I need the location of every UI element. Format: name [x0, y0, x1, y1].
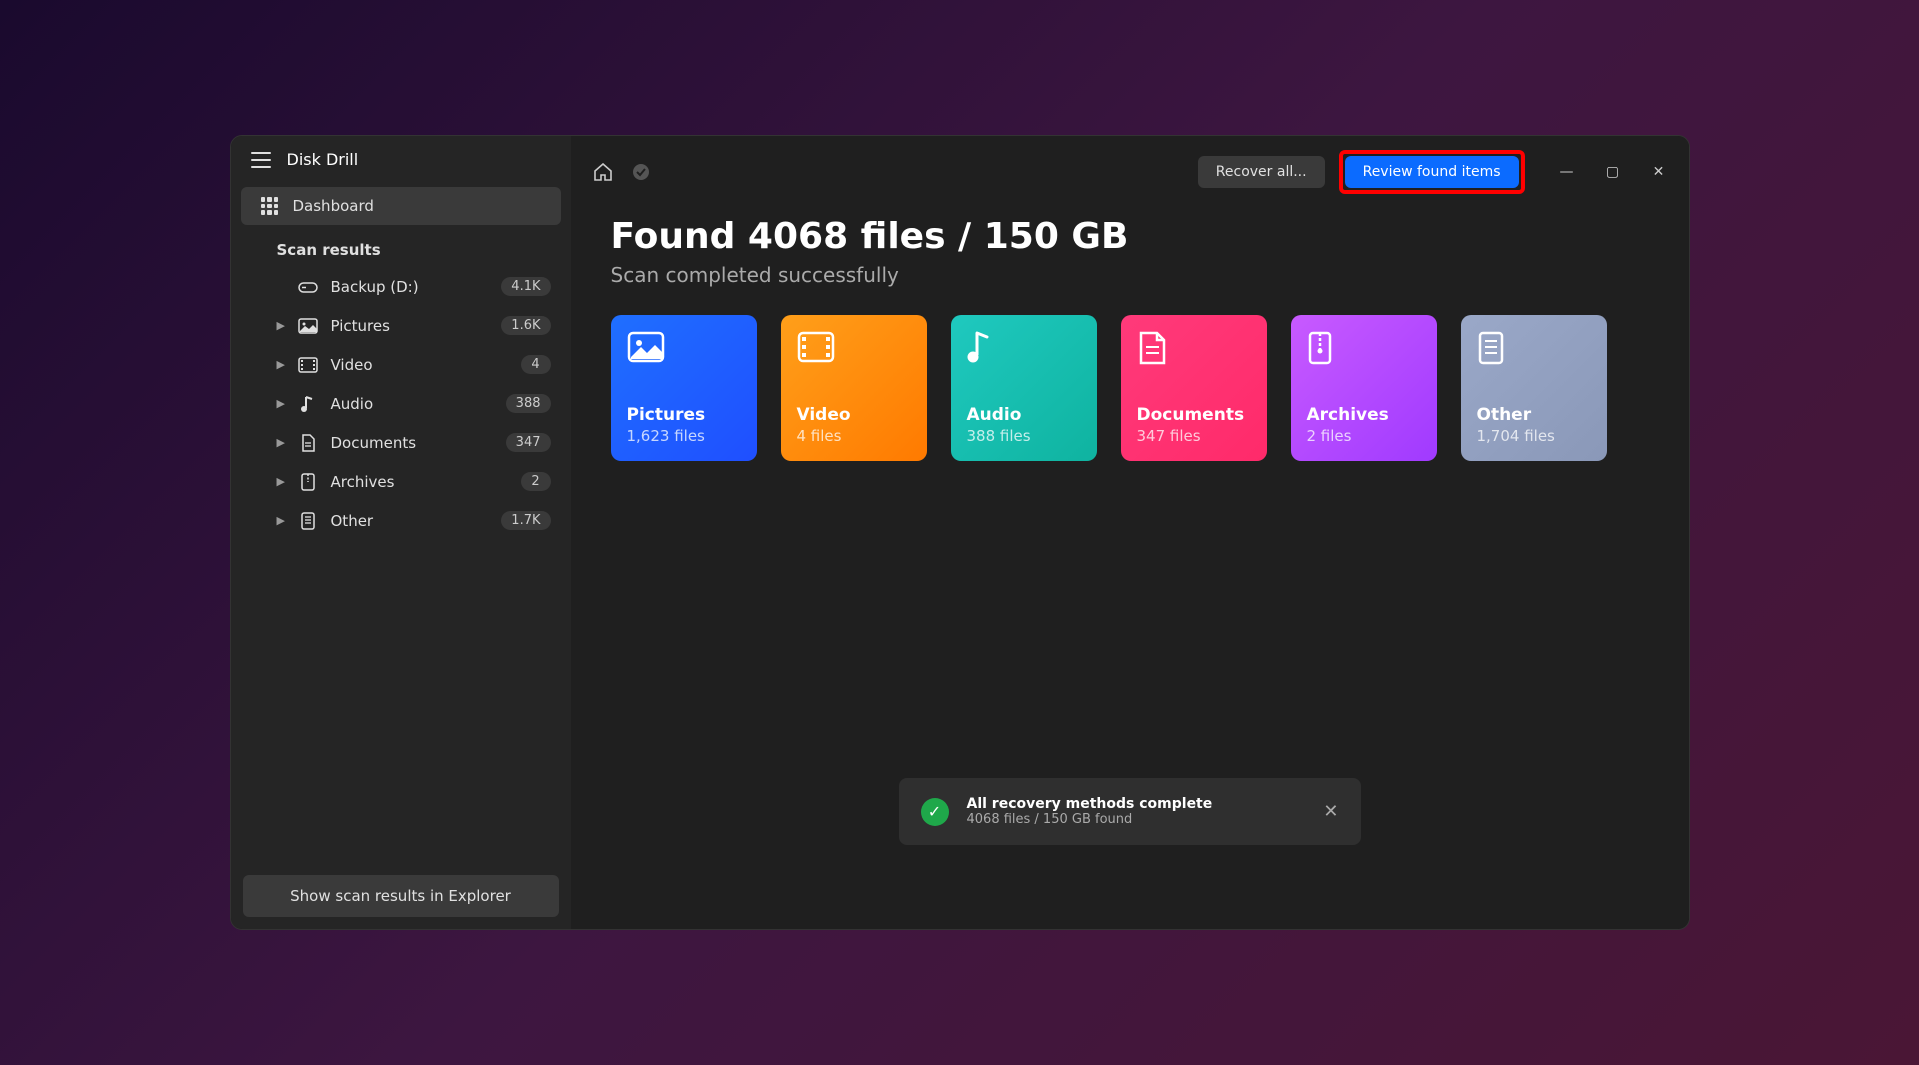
audio-icon — [297, 395, 319, 413]
app-title: Disk Drill — [287, 150, 359, 169]
card-sub: 388 files — [967, 427, 1081, 445]
card-sub: 1,704 files — [1477, 427, 1591, 445]
sidebar: Disk Drill Dashboard Scan results Backup… — [231, 136, 571, 929]
app-window: Disk Drill Dashboard Scan results Backup… — [230, 135, 1690, 930]
chevron-right-icon: ▶ — [277, 514, 287, 527]
card-title: Pictures — [627, 405, 741, 425]
archives-icon — [297, 473, 319, 491]
sidebar-footer: Show scan results in Explorer — [231, 863, 571, 929]
card-sub: 1,623 files — [627, 427, 741, 445]
page-title: Found 4068 files / 150 GB — [611, 216, 1649, 257]
card-title: Audio — [967, 405, 1081, 425]
tree-root-count: 4.1K — [501, 277, 550, 296]
recover-all-button[interactable]: Recover all... — [1198, 156, 1325, 188]
card-title: Video — [797, 405, 911, 425]
check-icon: ✓ — [921, 798, 949, 826]
nav-dashboard-label: Dashboard — [293, 197, 374, 215]
main-area: Recover all... Review found items — ▢ ✕ … — [571, 136, 1689, 929]
maximize-icon[interactable]: ▢ — [1603, 164, 1623, 180]
tree-label: Video — [331, 356, 521, 374]
tree-count: 388 — [506, 394, 551, 413]
tree-count: 1.6K — [501, 316, 550, 335]
tree-item-other[interactable]: ▶ Other 1.7K — [231, 501, 571, 540]
disk-icon — [297, 280, 319, 294]
chevron-right-icon: ▶ — [277, 397, 287, 410]
tree-root-backup[interactable]: Backup (D:) 4.1K — [231, 267, 571, 306]
chevron-right-icon: ▶ — [277, 436, 287, 449]
sidebar-header: Disk Drill — [231, 136, 571, 183]
card-title: Other — [1477, 405, 1591, 425]
tree-item-documents[interactable]: ▶ Documents 347 — [231, 423, 571, 462]
card-sub: 4 files — [797, 427, 911, 445]
close-icon[interactable]: ✕ — [1649, 164, 1669, 180]
tree-label: Other — [331, 512, 502, 530]
highlight-annotation: Review found items — [1339, 150, 1525, 194]
tree-item-video[interactable]: ▶ Video 4 — [231, 345, 571, 384]
card-title: Documents — [1137, 405, 1251, 425]
card-video[interactable]: Video 4 files — [781, 315, 927, 461]
pictures-icon — [297, 318, 319, 334]
card-title: Archives — [1307, 405, 1421, 425]
chevron-right-icon: ▶ — [277, 475, 287, 488]
tree-label: Pictures — [331, 317, 502, 335]
other-icon — [1477, 331, 1591, 369]
window-controls: — ▢ ✕ — [1557, 164, 1669, 180]
show-in-explorer-button[interactable]: Show scan results in Explorer — [243, 875, 559, 917]
card-sub: 2 files — [1307, 427, 1421, 445]
archives-icon — [1307, 331, 1421, 369]
card-other[interactable]: Other 1,704 files — [1461, 315, 1607, 461]
content: Found 4068 files / 150 GB Scan completed… — [571, 208, 1689, 481]
video-icon — [797, 331, 911, 369]
toast-notification: ✓ All recovery methods complete 4068 fil… — [899, 778, 1361, 845]
section-scan-results: Scan results — [231, 229, 571, 267]
toolbar: Recover all... Review found items — ▢ ✕ — [571, 136, 1689, 208]
home-icon[interactable] — [591, 160, 615, 184]
chevron-right-icon: ▶ — [277, 358, 287, 371]
card-archives[interactable]: Archives 2 files — [1291, 315, 1437, 461]
other-icon — [297, 512, 319, 530]
tree-item-pictures[interactable]: ▶ Pictures 1.6K — [231, 306, 571, 345]
documents-icon — [1137, 331, 1251, 369]
card-documents[interactable]: Documents 347 files — [1121, 315, 1267, 461]
tree-count: 4 — [521, 355, 551, 374]
review-found-items-button[interactable]: Review found items — [1345, 156, 1519, 188]
nav-dashboard[interactable]: Dashboard — [241, 187, 561, 225]
check-circle-icon[interactable] — [629, 160, 653, 184]
tree-root-label: Backup (D:) — [331, 278, 502, 296]
hamburger-icon[interactable] — [251, 152, 271, 168]
card-audio[interactable]: Audio 388 files — [951, 315, 1097, 461]
page-subtitle: Scan completed successfully — [611, 263, 1649, 287]
tree-count: 2 — [521, 472, 551, 491]
video-icon — [297, 357, 319, 373]
category-cards: Pictures 1,623 files Video 4 files Audio… — [611, 315, 1649, 461]
tree-item-archives[interactable]: ▶ Archives 2 — [231, 462, 571, 501]
tree-label: Documents — [331, 434, 506, 452]
toast-text: All recovery methods complete 4068 files… — [967, 796, 1306, 827]
tree-count: 1.7K — [501, 511, 550, 530]
toast-sub: 4068 files / 150 GB found — [967, 812, 1306, 827]
tree-label: Archives — [331, 473, 521, 491]
minimize-icon[interactable]: — — [1557, 164, 1577, 180]
documents-icon — [297, 434, 319, 452]
tree-label: Audio — [331, 395, 506, 413]
pictures-icon — [627, 331, 741, 369]
dashboard-icon — [261, 197, 279, 215]
tree-count: 347 — [506, 433, 551, 452]
card-sub: 347 files — [1137, 427, 1251, 445]
tree-item-audio[interactable]: ▶ Audio 388 — [231, 384, 571, 423]
chevron-right-icon: ▶ — [277, 319, 287, 332]
audio-icon — [967, 331, 1081, 369]
toast-close-icon[interactable]: ✕ — [1323, 801, 1338, 822]
card-pictures[interactable]: Pictures 1,623 files — [611, 315, 757, 461]
toast-title: All recovery methods complete — [967, 796, 1306, 812]
